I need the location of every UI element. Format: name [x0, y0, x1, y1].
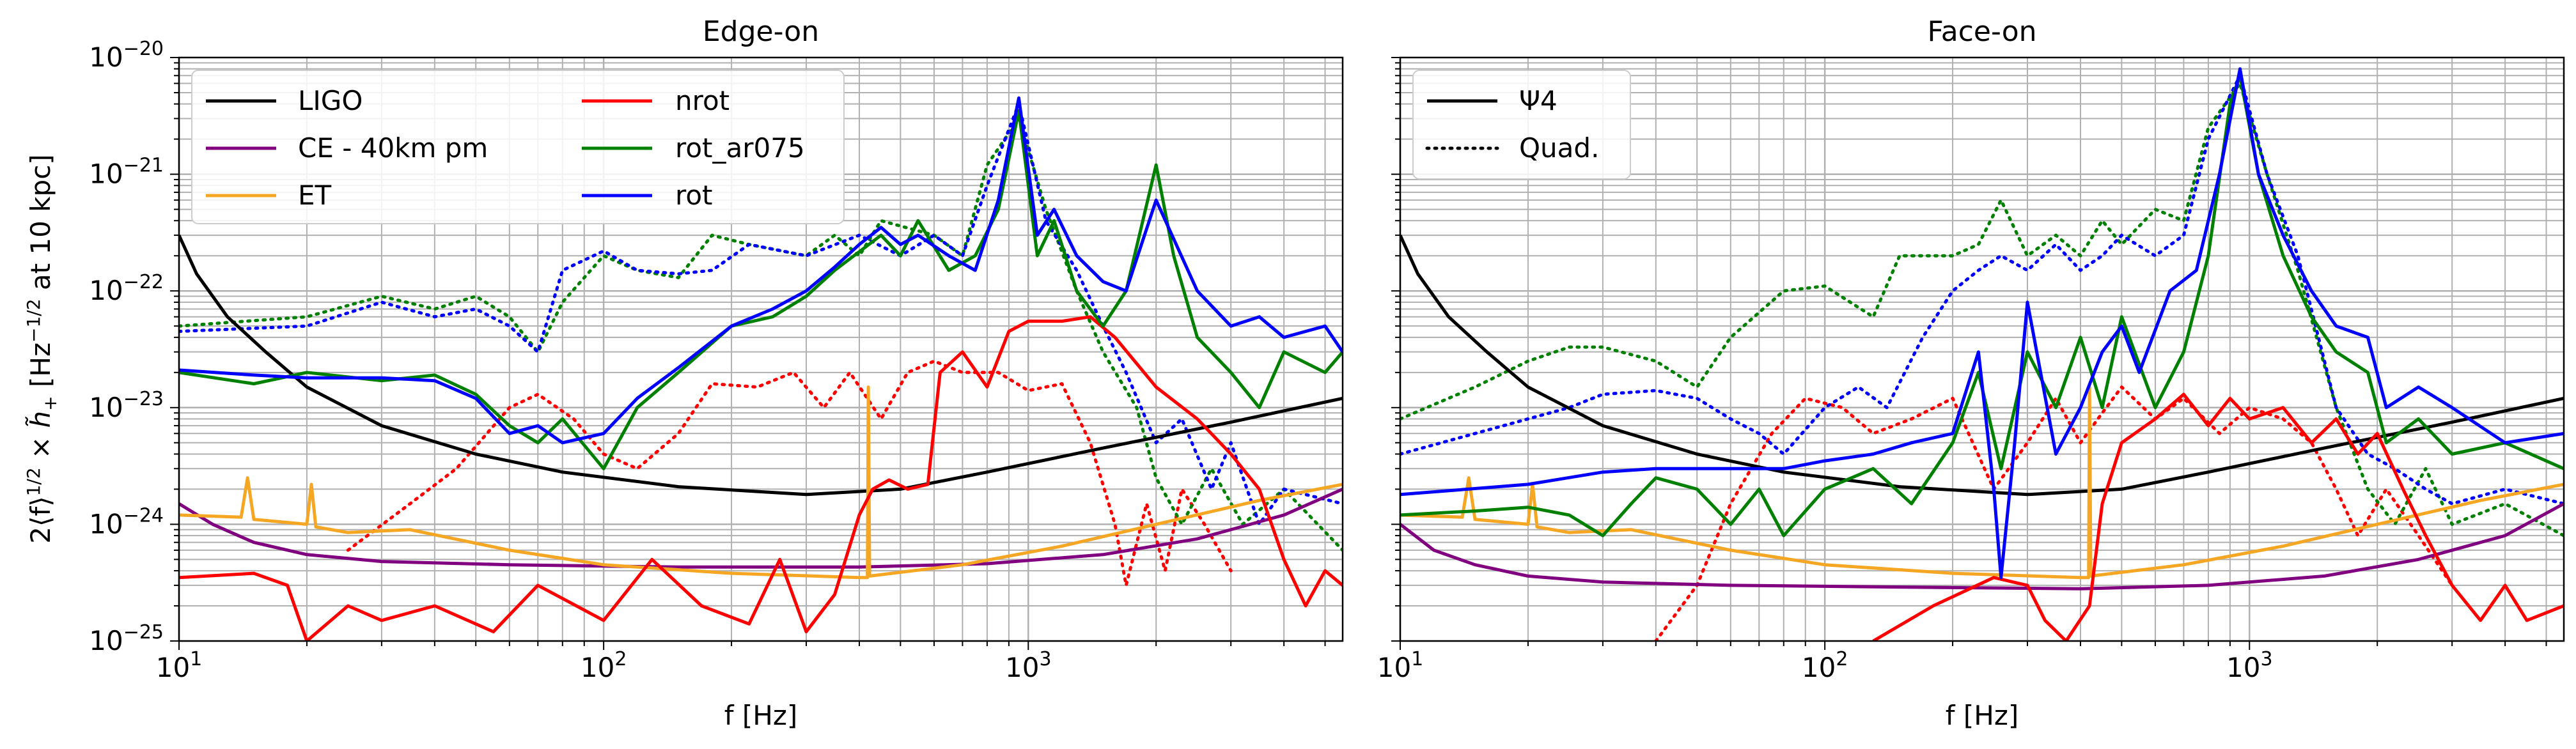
- y-tick-label: 10−21: [89, 155, 164, 190]
- panel-edge-on: 101 102 10310−2510−2410−2310−2210−2110−20 …: [89, 15, 1344, 731]
- series-line-ce-40km-pm: [1400, 502, 2564, 591]
- y-tick-label-exponent: −25: [123, 621, 164, 644]
- y-axis-label: 2⟨f⟩1/2 × h̃+ [Hz−1/2 at 10 kpc]: [23, 154, 61, 543]
- series-line-nrot-quad: [346, 359, 1233, 587]
- x-tick-label-base: 10: [1377, 652, 1411, 683]
- y-tick-label: 10−25: [89, 621, 164, 656]
- legend-label-et: ET: [298, 180, 332, 211]
- x-tick-label-exponent: 2: [1836, 648, 1848, 670]
- y-tick-label-exponent: −22: [123, 271, 164, 293]
- y-tick-label-base: 10: [89, 392, 123, 423]
- x-tick-label: 103: [1005, 648, 1052, 683]
- legend-face-on: Ψ4 Quad.: [1412, 70, 1631, 180]
- series-line-et: [1400, 385, 2564, 580]
- panel-title-face-on: Face-on: [1928, 15, 2037, 48]
- legend-edge-on: LIGO CE - 40km pm ET nrot rot_ar075 rot: [191, 70, 845, 224]
- y-tick-label-base: 10: [89, 625, 123, 656]
- x-tick-label-exponent: 1: [190, 648, 202, 670]
- y-tick-label: 10−22: [89, 271, 164, 306]
- y-tick-label-exponent: −23: [123, 388, 164, 410]
- x-tick-label-base: 10: [1802, 652, 1836, 683]
- x-tick-label-base: 10: [156, 652, 190, 683]
- y-tick-label-exponent: −24: [123, 504, 164, 527]
- series-line-et: [179, 385, 1343, 580]
- y-tick-label-base: 10: [89, 275, 123, 306]
- x-tick-label: 102: [1802, 648, 1848, 683]
- figure: 2⟨f⟩1/2 × h̃+ [Hz−1/2 at 10 kpc] 101 102 1…: [23, 15, 2565, 731]
- y-tick-label: 10−20: [89, 38, 164, 73]
- x-tick-label: 101: [156, 648, 203, 683]
- legend-label-ce: CE - 40km pm: [298, 132, 488, 164]
- series-line-ligo: [1400, 235, 2564, 497]
- y-tick-label: 10−24: [89, 504, 164, 539]
- y-tick-label-exponent: −21: [123, 155, 164, 177]
- x-tick-label: 103: [2226, 648, 2273, 683]
- x-tick-label-exponent: 3: [1039, 648, 1051, 670]
- series-line-nrot: [179, 315, 1343, 641]
- x-tick-label-exponent: 1: [1411, 648, 1423, 670]
- legend-label-rot: rot: [675, 180, 713, 211]
- legend-label-psi4: Ψ4: [1519, 85, 1557, 116]
- x-axis-label-face-on: f [Hz]: [1946, 700, 2019, 731]
- y-tick-label: 10−23: [89, 388, 164, 423]
- y-tick-label-base: 10: [89, 158, 123, 190]
- y-tick-label-exponent: −20: [123, 38, 164, 60]
- panel-face-on: 101 102 103 Face-on f [Hz] Ψ4 Quad.: [1377, 15, 2565, 731]
- y-tick-label-base: 10: [89, 42, 123, 73]
- x-tick-label-base: 10: [1005, 652, 1039, 683]
- x-tick-label-base: 10: [581, 652, 614, 683]
- x-tick-label-exponent: 2: [614, 648, 627, 670]
- y-tick-label-base: 10: [89, 508, 123, 539]
- legend-label-nrot: nrot: [675, 85, 730, 116]
- x-tick-label-base: 10: [2226, 652, 2260, 683]
- x-tick-label-exponent: 3: [2260, 648, 2272, 670]
- legend-label-rot-ar075: rot_ar075: [675, 132, 805, 164]
- panel-title-edge-on: Edge-on: [703, 15, 819, 48]
- x-tick-label: 102: [581, 648, 627, 683]
- legend-label-quad: Quad.: [1519, 132, 1599, 164]
- series-line-ligo: [179, 235, 1343, 497]
- x-tick-label: 101: [1377, 648, 1424, 683]
- x-axis-label-edge-on: f [Hz]: [724, 700, 798, 731]
- legend-label-ligo: LIGO: [298, 85, 363, 116]
